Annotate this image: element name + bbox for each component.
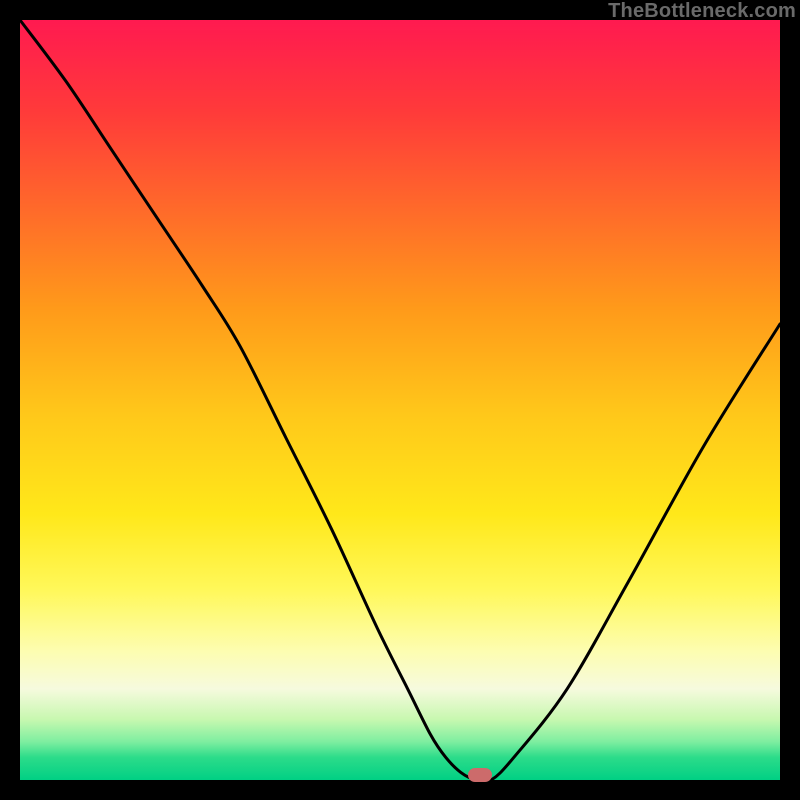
bottleneck-min-marker: [468, 768, 492, 782]
bottleneck-line-chart: [20, 20, 780, 780]
bottleneck-curve-path: [20, 20, 780, 782]
